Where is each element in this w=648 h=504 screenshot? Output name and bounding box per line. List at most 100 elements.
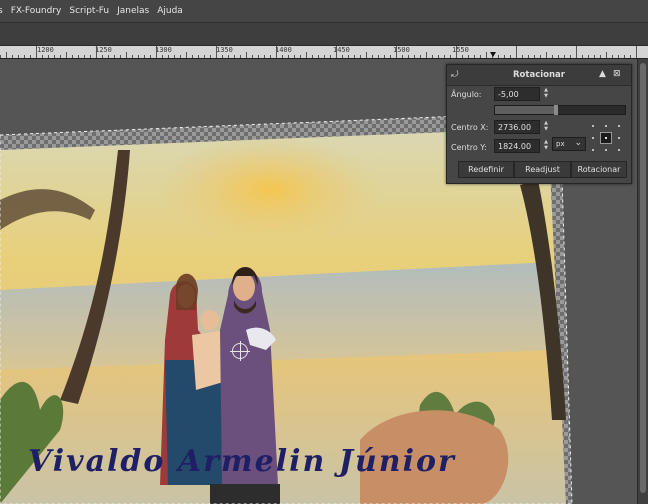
ruler-tick <box>312 55 313 58</box>
ruler-tick <box>378 55 379 58</box>
vertical-scrollbar[interactable] <box>637 59 648 504</box>
close-icon[interactable]: ⊠ <box>613 69 621 79</box>
ruler-tick <box>72 55 73 58</box>
ruler-tick <box>114 55 115 58</box>
ruler-tick <box>504 55 505 58</box>
menu-fx-foundry[interactable]: FX-Foundry <box>7 6 66 16</box>
ruler-tick <box>414 55 415 58</box>
angle-slider-knob[interactable] <box>554 105 558 115</box>
ruler-tick <box>318 55 319 58</box>
ruler-tick <box>366 52 367 58</box>
ruler-tick <box>606 52 607 58</box>
ruler-tick <box>174 55 175 58</box>
center-y-stepper[interactable]: ▲ ▼ <box>541 139 551 153</box>
ruler-tick <box>456 46 457 58</box>
ruler-tick <box>462 55 463 58</box>
ruler-tick <box>570 55 571 58</box>
angle-stepper[interactable]: ▲ ▼ <box>541 87 551 101</box>
ruler-tick <box>486 52 487 58</box>
ruler-tick <box>246 52 247 58</box>
ruler-tick <box>300 55 301 58</box>
ruler-tick <box>558 55 559 58</box>
menubar: s FX-Foundry Script-Fu Janelas Ajuda <box>0 0 648 23</box>
ruler-tick <box>192 55 193 58</box>
horizontal-ruler[interactable]: 1200 1250 1300 1350 1400 1450 1500 1550 <box>0 46 648 59</box>
ruler-label: 1200 <box>37 46 54 54</box>
ruler-tick <box>600 55 601 58</box>
ruler-tick <box>636 46 637 58</box>
figure-joseph-face <box>233 273 255 301</box>
angle-input[interactable]: -5,00 <box>494 87 540 101</box>
ruler-tick <box>186 52 187 58</box>
ruler-tick <box>582 55 583 58</box>
ruler-tick <box>534 55 535 58</box>
ruler-tick <box>252 55 253 58</box>
ruler-tick <box>306 52 307 58</box>
menu-help[interactable]: Ajuda <box>153 6 187 16</box>
ruler-tick <box>18 55 19 58</box>
unit-select[interactable]: px ⌄ <box>552 137 586 151</box>
ruler-tick <box>354 55 355 58</box>
ruler-tick <box>102 55 103 58</box>
ruler-label: 1250 <box>95 46 112 54</box>
ruler-tick <box>66 52 67 58</box>
pin-icon[interactable]: ▲ <box>599 69 606 79</box>
chevron-down-icon: ⌄ <box>574 138 582 148</box>
center-y-label: Centro Y: <box>451 143 487 152</box>
ruler-tick <box>516 46 517 58</box>
ruler-tick <box>390 55 391 58</box>
ruler-tick <box>84 55 85 58</box>
ruler-tick <box>36 46 37 58</box>
ruler-tick <box>420 55 421 58</box>
angle-label: Ângulo: <box>451 90 482 99</box>
ruler-tick <box>624 55 625 58</box>
ruler-tick <box>222 55 223 58</box>
ruler-tick <box>216 46 217 58</box>
scrollbar-thumb[interactable] <box>640 63 646 493</box>
ruler-tick <box>450 55 451 58</box>
ruler-tick <box>336 46 337 58</box>
rotate-button[interactable]: Rotacionar <box>571 161 627 178</box>
ruler-tick <box>564 55 565 58</box>
ruler-tick <box>522 55 523 58</box>
center-y-input[interactable]: 1824.00 <box>494 139 540 153</box>
pivot-center-icon[interactable] <box>600 132 612 144</box>
ruler-tick <box>90 55 91 58</box>
center-x-stepper[interactable]: ▲ ▼ <box>541 120 551 134</box>
readjust-button[interactable]: Readjust <box>514 161 571 178</box>
pivot-selector[interactable] <box>589 122 623 154</box>
center-x-input[interactable]: 2736.00 <box>494 120 540 134</box>
ruler-tick <box>480 55 481 58</box>
ruler-tick <box>24 55 25 58</box>
ruler-tick <box>282 55 283 58</box>
ruler-tick <box>408 55 409 58</box>
ruler-tick <box>348 55 349 58</box>
ruler-tick <box>96 46 97 58</box>
ruler-tick <box>168 55 169 58</box>
figure-jesus-head <box>201 310 219 330</box>
ruler-tick <box>498 55 499 58</box>
ruler-tick <box>372 55 373 58</box>
ruler-label: 1400 <box>275 46 292 54</box>
tool-options-strip <box>0 23 648 46</box>
menu-script-fu[interactable]: Script-Fu <box>65 6 113 16</box>
ruler-label: 1550 <box>452 46 469 54</box>
ruler-tick <box>432 55 433 58</box>
ruler-tick <box>438 55 439 58</box>
ruler-tick <box>108 55 109 58</box>
ruler-tick <box>384 55 385 58</box>
ruler-tick <box>630 55 631 58</box>
ruler-tick <box>144 55 145 58</box>
reset-button[interactable]: Redefinir <box>458 161 514 178</box>
menu-filters[interactable]: s <box>0 6 7 16</box>
menu-windows[interactable]: Janelas <box>113 6 153 16</box>
ruler-tick <box>468 55 469 58</box>
ruler-tick <box>132 55 133 58</box>
angle-slider[interactable] <box>494 105 626 115</box>
ruler-tick <box>546 52 547 58</box>
ruler-tick <box>264 55 265 58</box>
rotation-center-handle[interactable] <box>230 341 250 361</box>
ruler-tick <box>576 46 577 58</box>
ruler-tick <box>360 55 361 58</box>
ruler-tick <box>618 55 619 58</box>
